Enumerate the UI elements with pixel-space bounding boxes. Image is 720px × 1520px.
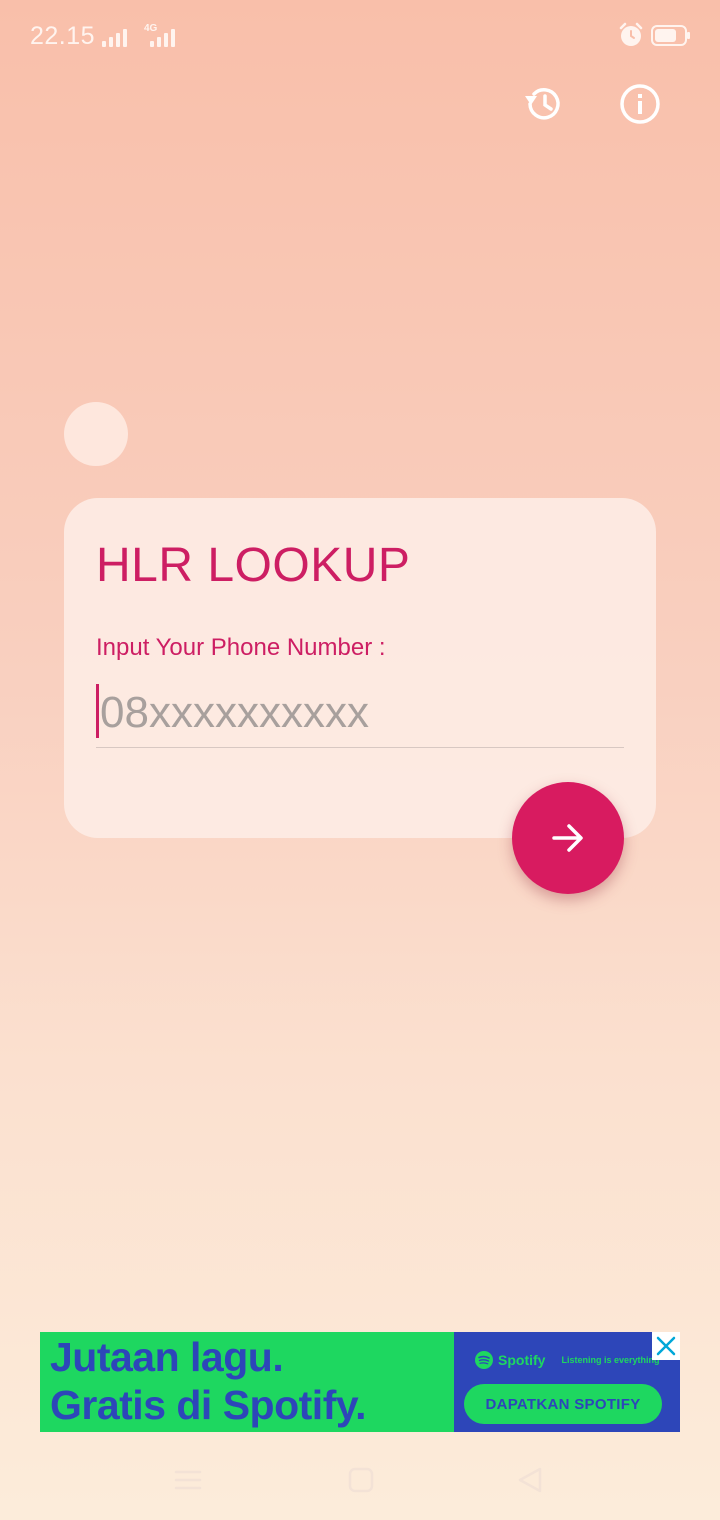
- close-icon: [656, 1336, 676, 1356]
- ad-headline-line-1: Jutaan lagu.: [50, 1334, 284, 1380]
- navigation-bar: [0, 1440, 720, 1520]
- battery-icon: [651, 25, 690, 46]
- ad-brand-name: Spotify: [498, 1352, 546, 1368]
- back-icon[interactable]: [512, 1462, 548, 1498]
- ad-brand: Spotify Listening is everything: [474, 1350, 659, 1370]
- menu-icon[interactable]: [170, 1462, 206, 1498]
- ad-headline-line-2: Gratis di Spotify.: [50, 1382, 367, 1428]
- ad-banner[interactable]: Jutaan lagu. Gratis di Spotify. Spotify …: [40, 1332, 680, 1432]
- history-icon[interactable]: [522, 82, 566, 126]
- submit-button[interactable]: [512, 782, 624, 894]
- arrow-right-icon: [552, 824, 583, 852]
- spotify-logo-icon: [475, 1351, 493, 1369]
- ad-close-button[interactable]: [652, 1332, 680, 1360]
- info-icon[interactable]: [618, 82, 662, 126]
- alarm-icon: [619, 22, 643, 46]
- home-icon[interactable]: [343, 1462, 379, 1498]
- decorative-circle: [64, 402, 128, 466]
- page-title: HLR LOOKUP: [96, 539, 411, 592]
- ad-cta-panel: Spotify Listening is everything DAPATKAN…: [454, 1332, 680, 1432]
- ad-headline-panel[interactable]: Jutaan lagu. Gratis di Spotify.: [40, 1332, 454, 1432]
- signal-strength-icon-2: [150, 27, 175, 47]
- ad-tagline: Listening is everything: [561, 1355, 660, 1365]
- status-bar: 22.15 4G: [0, 0, 720, 72]
- text-cursor: [96, 684, 99, 738]
- ad-cta-button[interactable]: DAPATKAN SPOTIFY: [464, 1384, 662, 1424]
- phone-number-input[interactable]: [96, 678, 624, 748]
- status-time: 22.15: [30, 22, 96, 50]
- signal-strength-icon: [102, 27, 127, 47]
- phone-number-label: Input Your Phone Number :: [96, 634, 386, 661]
